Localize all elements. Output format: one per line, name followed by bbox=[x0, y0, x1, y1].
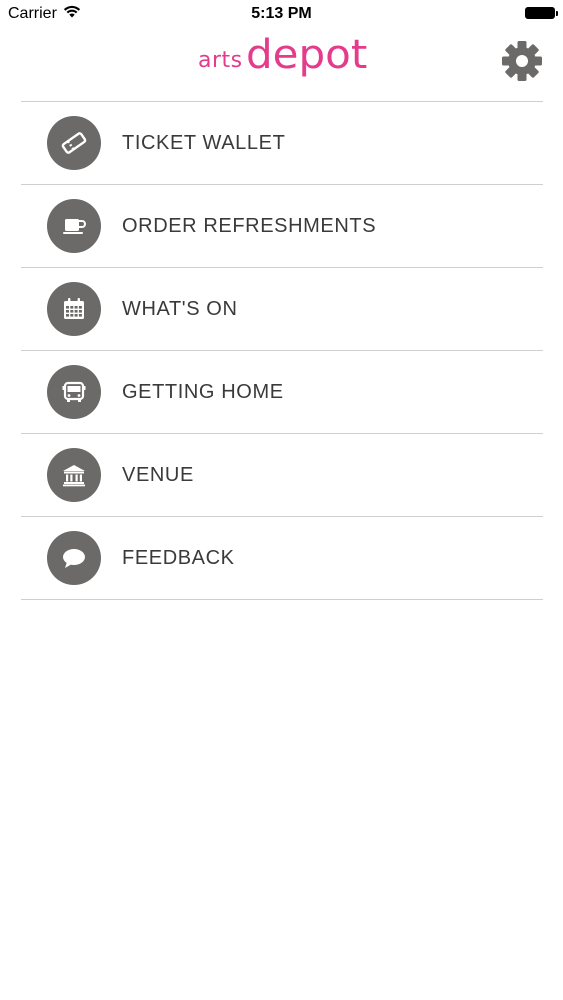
logo-arts-text: arts bbox=[198, 48, 243, 73]
calendar-icon bbox=[47, 282, 101, 336]
menu-item-label: VENUE bbox=[122, 463, 194, 486]
menu-item-ticket-wallet[interactable]: TICKET WALLET bbox=[21, 102, 543, 185]
menu-item-label: WHAT'S ON bbox=[122, 297, 238, 320]
menu-item-label: ORDER REFRESHMENTS bbox=[122, 214, 377, 237]
main-menu: TICKET WALLET ORDER REFRESHMENTS WHAT'S … bbox=[21, 101, 543, 600]
menu-item-label: GETTING HOME bbox=[122, 380, 284, 403]
status-right bbox=[525, 7, 558, 19]
building-icon bbox=[47, 448, 101, 502]
logo-depot-text: depot bbox=[246, 32, 368, 78]
cup-icon bbox=[47, 199, 101, 253]
header: arts depot bbox=[0, 30, 563, 102]
status-time: 5:13 PM bbox=[251, 5, 312, 22]
menu-item-label: FEEDBACK bbox=[122, 546, 235, 569]
menu-item-whats-on[interactable]: WHAT'S ON bbox=[21, 268, 543, 351]
ticket-icon bbox=[47, 116, 101, 170]
menu-item-getting-home[interactable]: GETTING HOME bbox=[21, 351, 543, 434]
menu-item-order-refreshments[interactable]: ORDER REFRESHMENTS bbox=[21, 185, 543, 268]
gear-icon[interactable] bbox=[501, 40, 543, 82]
battery-icon bbox=[525, 7, 558, 19]
menu-item-venue[interactable]: VENUE bbox=[21, 434, 543, 517]
speech-bubble-icon bbox=[47, 531, 101, 585]
menu-item-label: TICKET WALLET bbox=[122, 131, 286, 154]
bus-icon bbox=[47, 365, 101, 419]
status-bar: Carrier 5:13 PM bbox=[0, 0, 563, 30]
menu-item-feedback[interactable]: FEEDBACK bbox=[21, 517, 543, 600]
arts-depot-logo: arts depot bbox=[198, 32, 367, 90]
